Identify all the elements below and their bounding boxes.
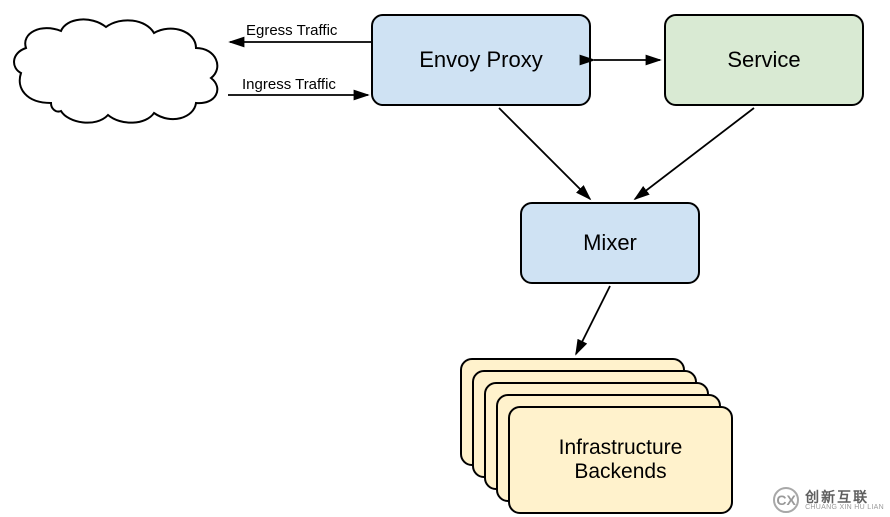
backends-label-2: Backends [574, 460, 666, 484]
watermark-en: CHUANG XIN HU LIAN [805, 504, 884, 511]
service-node: Service [664, 14, 864, 106]
envoy-proxy-node: Envoy Proxy [371, 14, 591, 106]
infrastructure-backends-node: Infrastructure Backends [508, 406, 733, 514]
mixer-node: Mixer [520, 202, 700, 284]
watermark: CX 创新互联 CHUANG XIN HU LIAN [773, 487, 884, 513]
service-label: Service [727, 47, 800, 73]
ingress-traffic-label: Ingress Traffic [242, 76, 336, 93]
egress-traffic-label: Egress Traffic [246, 22, 337, 39]
watermark-cn: 创新互联 [805, 490, 884, 504]
mixer-label: Mixer [583, 230, 637, 256]
watermark-logo-icon: CX [773, 487, 799, 513]
envoy-proxy-label: Envoy Proxy [419, 47, 543, 73]
watermark-text: 创新互联 CHUANG XIN HU LIAN [805, 490, 884, 511]
backends-label-1: Infrastructure [559, 436, 683, 460]
cloud-icon [6, 8, 231, 136]
